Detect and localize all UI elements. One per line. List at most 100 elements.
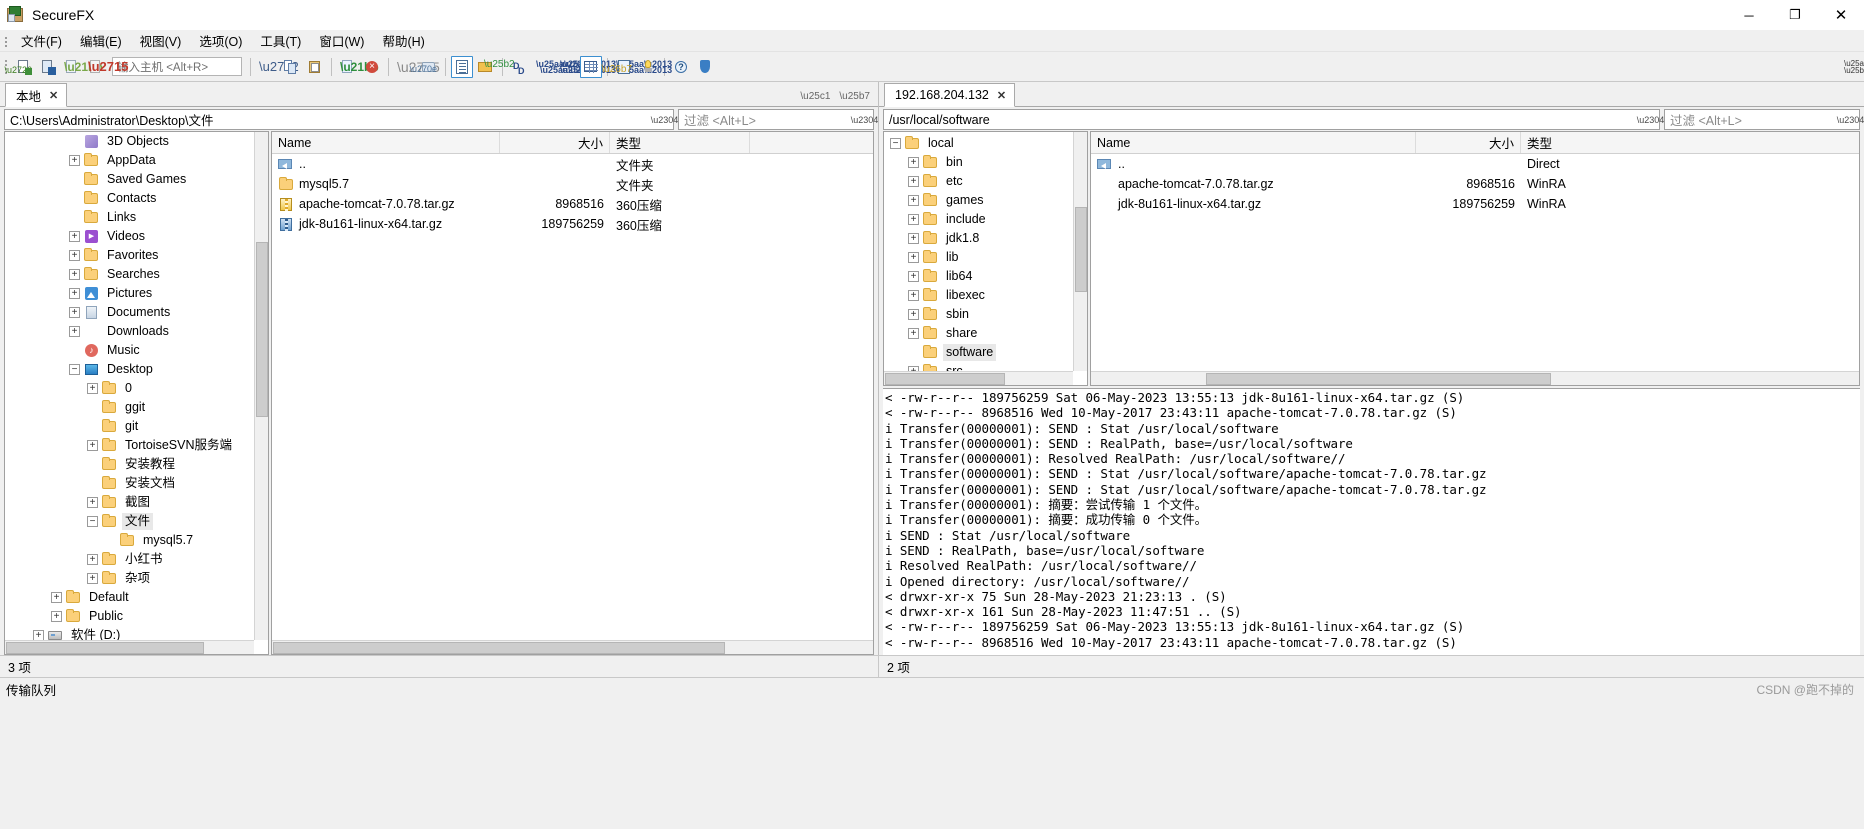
expand-icon[interactable]: + — [69, 307, 80, 318]
tree-item[interactable]: + Public — [5, 607, 268, 626]
security-button[interactable] — [694, 56, 716, 78]
table-row[interactable]: .. Direct — [1091, 154, 1859, 174]
remote-list-hscrollbar[interactable] — [1091, 371, 1859, 385]
disconnect-button[interactable]: \u2715 — [85, 56, 128, 78]
expand-icon[interactable]: + — [69, 288, 80, 299]
menu-grip-handle[interactable] — [2, 33, 10, 49]
maximize-button[interactable]: ❐ — [1772, 0, 1818, 30]
tree-item[interactable]: + Documents — [5, 303, 268, 322]
tree-item[interactable]: + Searches — [5, 265, 268, 284]
tree-item[interactable]: Saved Games — [5, 170, 268, 189]
expand-icon[interactable]: + — [908, 195, 919, 206]
tab-remote-close-icon[interactable]: ✕ — [997, 89, 1006, 102]
expand-icon[interactable]: + — [908, 290, 919, 301]
tree-item[interactable]: + 杂项 — [5, 569, 268, 588]
expand-icon[interactable]: + — [69, 269, 80, 280]
tree-item[interactable]: + 截图 — [5, 493, 268, 512]
expand-icon[interactable]: + — [908, 233, 919, 244]
chevron-down-icon[interactable]: \u2304 — [851, 110, 879, 129]
remote-file-list[interactable]: Name 大小 类型 .. Direct apache-tomcat-7.0.78.… — [1090, 131, 1860, 386]
column-header-type[interactable]: 类型 — [610, 132, 750, 153]
expand-icon[interactable]: + — [69, 326, 80, 337]
tree-item[interactable]: + libexec — [884, 286, 1087, 305]
chevron-down-icon[interactable]: \u2304 — [1637, 110, 1665, 129]
expand-icon[interactable]: + — [69, 250, 80, 261]
column-header-extra[interactable] — [750, 132, 873, 153]
tree-item[interactable]: + Default — [5, 588, 268, 607]
chevron-down-icon[interactable]: \u2304 — [1837, 110, 1864, 129]
tip-of-day-button[interactable] — [637, 56, 659, 78]
remote-tree[interactable]: − local + bin + etc + games + include + jdk1.8 + lib +… — [883, 131, 1088, 386]
view-list-button[interactable]: \u25aa\u2013 \u25aa\u2013 — [532, 56, 596, 78]
remote-filter-combo[interactable]: 过滤 <Alt+L> \u2304 — [1664, 109, 1864, 130]
local-file-list[interactable]: Name 大小 类型 .. 文件夹 mysql5.7 文件夹 apache-tomcat… — [271, 131, 874, 655]
tree-item[interactable]: mysql5.7 — [5, 531, 268, 550]
tree-item[interactable]: + 小红书 — [5, 550, 268, 569]
tree-item[interactable]: + TortoiseSVN服务端 — [5, 436, 268, 455]
expand-icon[interactable]: + — [51, 592, 62, 603]
session-log[interactable]: < -rw-r--r-- 189756259 Sat 06-May-2023 1… — [883, 388, 1860, 655]
tree-item[interactable]: +0 — [5, 379, 268, 398]
expand-icon[interactable]: + — [87, 554, 98, 565]
tree-item[interactable]: + lib — [884, 248, 1087, 267]
parent-folder-button[interactable]: \u25b2 — [475, 56, 515, 78]
collapse-icon[interactable]: − — [69, 364, 80, 375]
column-header-size[interactable]: 大小 — [1416, 132, 1521, 153]
tab-remote-host[interactable]: 192.168.204.132 ✕ — [884, 83, 1016, 107]
expand-icon[interactable]: + — [69, 155, 80, 166]
tree-item[interactable]: Contacts — [5, 189, 268, 208]
menu-tools[interactable]: 工具(T) — [251, 29, 310, 52]
column-header-size[interactable]: 大小 — [500, 132, 610, 153]
expand-icon[interactable]: + — [69, 231, 80, 242]
new-session-button[interactable]: \u2726 — [4, 56, 35, 78]
reconnect-button[interactable]: \u21bb — [61, 56, 103, 78]
expand-icon[interactable]: + — [908, 214, 919, 225]
tree-item[interactable]: + games — [884, 191, 1087, 210]
expand-icon[interactable]: + — [908, 157, 919, 168]
connect-sftp-button[interactable] — [37, 56, 59, 78]
tree-item[interactable]: ggit — [5, 398, 268, 417]
minimize-button[interactable]: ─ — [1726, 0, 1772, 30]
tree-item[interactable]: Music — [5, 341, 268, 360]
menu-file[interactable]: 文件(F) — [12, 29, 71, 52]
chevron-down-icon[interactable]: \u2304 — [651, 110, 679, 129]
copy-button[interactable] — [280, 56, 302, 78]
tree-item[interactable]: + lib64 — [884, 267, 1087, 286]
tree-item[interactable]: + AppData — [5, 151, 268, 170]
column-header-name[interactable]: Name — [272, 132, 500, 153]
menu-options[interactable]: 选项(O) — [190, 29, 251, 52]
expand-icon[interactable]: + — [908, 309, 919, 320]
remote-tree-vscrollbar[interactable] — [1073, 132, 1087, 371]
table-row[interactable]: jdk-8u161-linux-x64.tar.gz 189756259 WinRA — [1091, 194, 1859, 214]
local-tree[interactable]: 3D Objects + AppData Saved Games Contacts Lin… — [4, 131, 269, 655]
menu-window[interactable]: 窗口(W) — [310, 29, 373, 52]
tree-item[interactable]: software — [884, 343, 1087, 362]
tree-item[interactable]: git — [5, 417, 268, 436]
expand-icon[interactable]: + — [908, 271, 919, 282]
toolbar-overflow-button[interactable]: \u25ac \u25bc — [1844, 55, 1864, 79]
expand-icon[interactable]: + — [908, 252, 919, 263]
expand-icon[interactable]: + — [87, 383, 98, 394]
table-row[interactable]: mysql5.7 文件夹 — [272, 174, 873, 194]
toggle-tree-view-button[interactable] — [451, 55, 473, 78]
host-input[interactable]: 输入主机 <Alt+R> — [112, 57, 242, 76]
key-manager-button[interactable]: \u26b7 — [601, 56, 635, 78]
local-filter-combo[interactable]: 过滤 <Alt+L> \u2304 — [678, 109, 879, 130]
local-tree-vscrollbar[interactable] — [254, 132, 268, 640]
view-table-button[interactable] — [580, 55, 602, 78]
tree-item[interactable]: Links — [5, 208, 268, 227]
tree-item[interactable]: − 文件 — [5, 512, 268, 531]
tab-scroll-right-icon[interactable]: \u25b7 — [839, 91, 870, 102]
expand-icon[interactable]: + — [87, 497, 98, 508]
expand-icon[interactable]: + — [908, 328, 919, 339]
tree-item[interactable]: + Downloads — [5, 322, 268, 341]
tree-item[interactable]: 3D Objects — [5, 132, 268, 151]
remote-tree-hscrollbar[interactable] — [884, 371, 1073, 385]
tree-item[interactable]: + etc — [884, 172, 1087, 191]
tree-item[interactable]: + include — [884, 210, 1087, 229]
table-row[interactable]: .. 文件夹 — [272, 154, 873, 174]
tree-item[interactable]: + Favorites — [5, 246, 268, 265]
tree-item[interactable]: + Videos — [5, 227, 268, 246]
tree-item[interactable]: − local — [884, 134, 1087, 153]
column-header-type[interactable]: 类型 — [1521, 132, 1859, 153]
